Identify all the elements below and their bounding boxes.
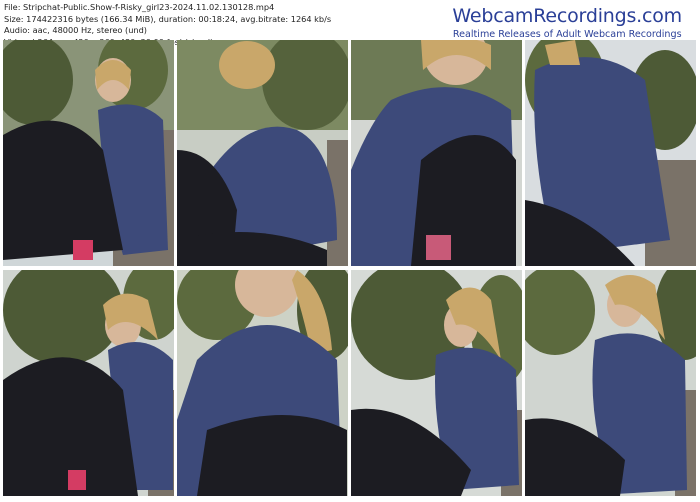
audio-line: Audio: aac, 48000 Hz, stereo (und): [4, 25, 147, 36]
size-line: Size: 174422316 bytes (166.34 MiB), dura…: [4, 13, 332, 24]
file-name-line: File: Stripchat-Public.Show-f-Risky_girl…: [4, 2, 275, 12]
thumbnail-4: [525, 40, 696, 266]
brand-logo: WebcamRecordings.com Realtime Releases o…: [452, 3, 682, 41]
thumbnail-6: [177, 270, 348, 496]
thumbnail-grid: [3, 40, 697, 498]
thumbnail-1: [3, 40, 174, 266]
thumbnail-3: [351, 40, 522, 266]
thumbnail-8: [525, 270, 696, 496]
thumbnail-2: [177, 40, 348, 266]
thumbnail-7: [351, 270, 522, 496]
brand-name: WebcamRecordings.com: [452, 5, 682, 27]
thumbnail-5: [3, 270, 174, 496]
